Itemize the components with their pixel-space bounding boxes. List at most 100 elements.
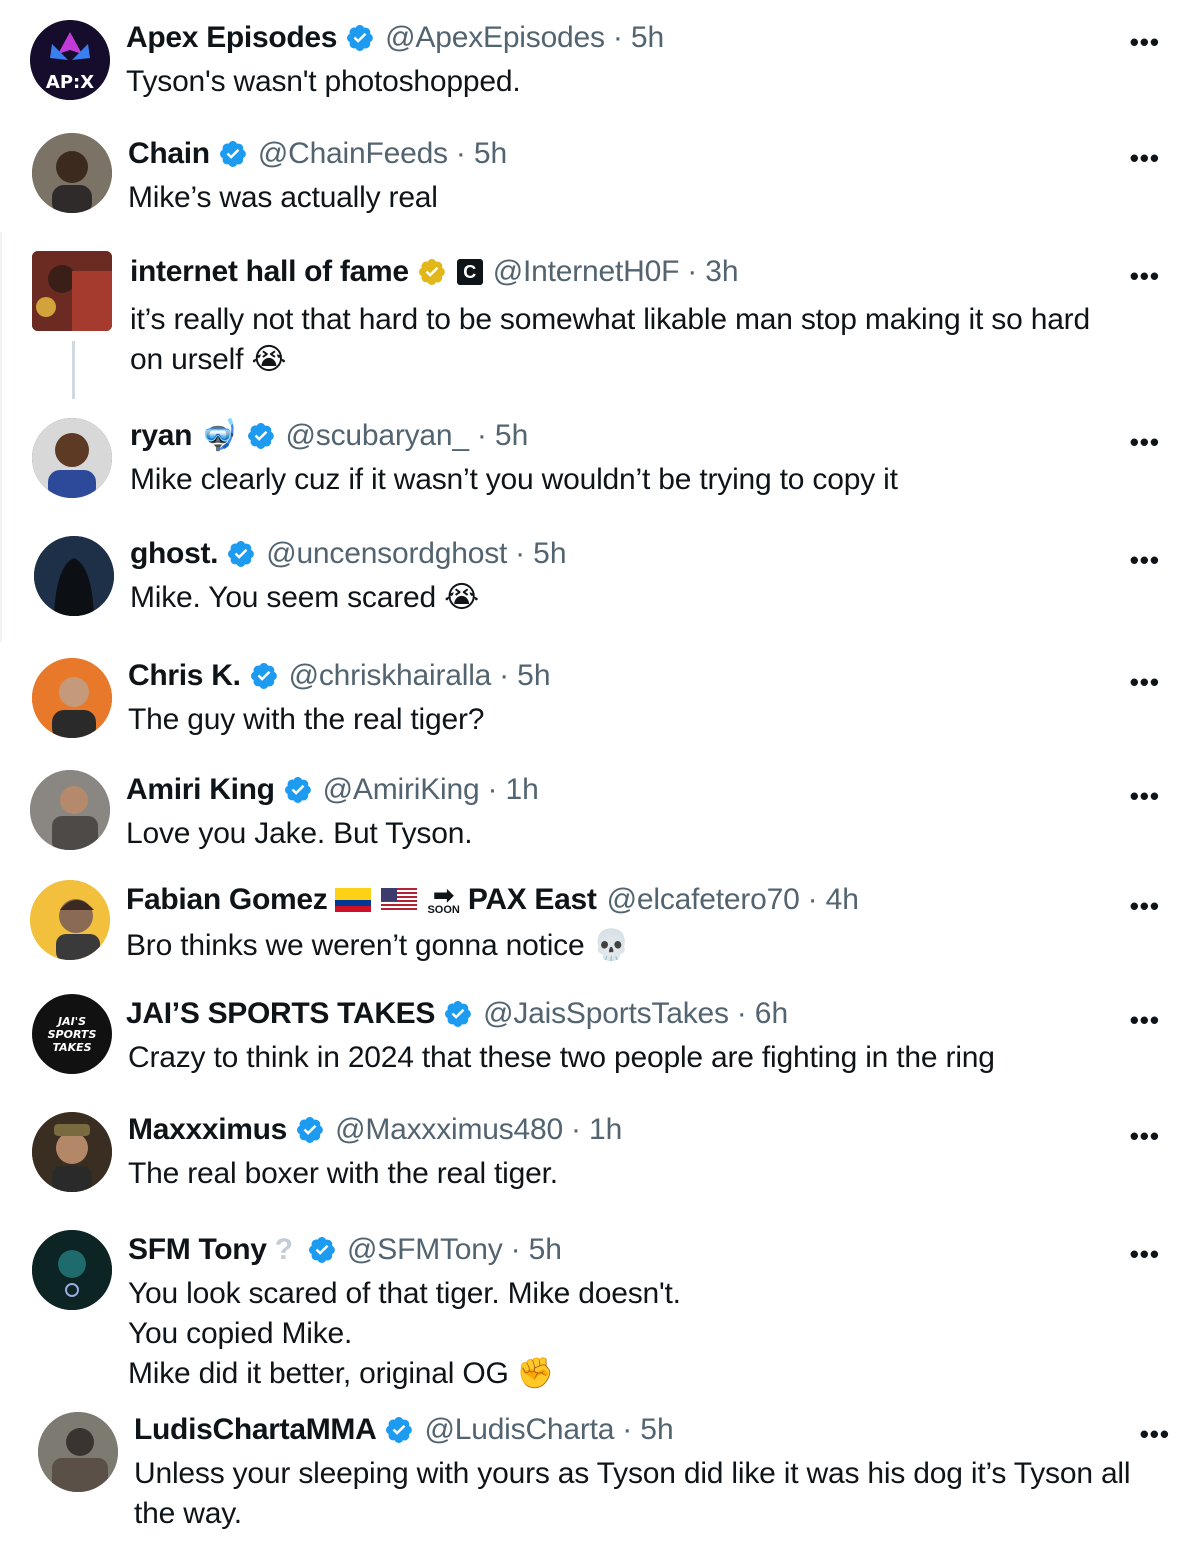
timestamp[interactable]: 6h xyxy=(755,996,788,1032)
display-name[interactable]: JAI’S SPORTS TAKES xyxy=(126,996,435,1032)
reply-item[interactable]: JAI'S SPORTS TAKES JAI’S SPORTS TAKES @J… xyxy=(0,980,1200,1096)
more-options-icon[interactable]: ••• xyxy=(1130,547,1160,573)
raised-fist-emoji-icon: ✊ xyxy=(516,1356,554,1391)
avatar[interactable] xyxy=(32,418,112,498)
handle[interactable]: @ApexEpisodes xyxy=(385,20,605,56)
handle[interactable]: @AmiriKing xyxy=(323,772,480,808)
verified-badge-icon xyxy=(249,661,279,691)
avatar[interactable]: JAI'S SPORTS TAKES xyxy=(32,994,112,1074)
timestamp[interactable]: 5h xyxy=(529,1232,562,1268)
gold-verified-badge-icon xyxy=(417,257,447,287)
timestamp[interactable]: 1h xyxy=(506,772,539,808)
handle[interactable]: @Maxxximus480 xyxy=(335,1112,563,1148)
avatar[interactable] xyxy=(30,770,110,850)
reply-item[interactable]: ghost. @uncensordghost · 5h ••• Mike. Yo… xyxy=(0,522,1200,640)
reply-item[interactable]: LudisChartaMMA @LudisCharta · 5h ••• Unl… xyxy=(0,1400,1200,1553)
reply-text: Mike clearly cuz if it wasn’t you wouldn… xyxy=(130,463,898,496)
more-options-icon[interactable]: ••• xyxy=(1130,1007,1160,1033)
person-photo-icon xyxy=(32,418,112,498)
person-photo-icon xyxy=(34,536,114,616)
handle[interactable]: @InternetH0F xyxy=(493,254,680,290)
handle[interactable]: @LudisCharta xyxy=(424,1412,614,1448)
reply-text: Crazy to think in 2024 that these two pe… xyxy=(128,1041,995,1074)
timestamp[interactable]: 5h xyxy=(533,536,566,572)
more-options-icon[interactable]: ••• xyxy=(1130,29,1160,55)
reply-item[interactable]: Chris K. @chriskhairalla · 5h ••• The gu… xyxy=(0,642,1200,757)
avatar-text: AP:X xyxy=(45,71,95,93)
timestamp[interactable]: 5h xyxy=(640,1412,673,1448)
reply-item[interactable]: internet hall of fame C @InternetH0F · 3… xyxy=(0,236,1200,404)
reply-text-line: Unless your sleeping with yours as Tyson… xyxy=(134,1457,1131,1490)
display-name[interactable]: Chris K. xyxy=(128,658,241,694)
handle[interactable]: @ChainFeeds xyxy=(258,136,448,172)
display-name[interactable]: Chain xyxy=(128,136,210,172)
avatar[interactable] xyxy=(32,1112,112,1192)
handle[interactable]: @JaisSportsTakes xyxy=(483,996,729,1032)
verified-badge-icon xyxy=(307,1235,337,1265)
reply-item[interactable]: SFM Tony ? @SFMTony · 5h ••• You look sc… xyxy=(0,1214,1200,1404)
separator: · xyxy=(612,21,623,54)
timestamp[interactable]: 1h xyxy=(589,1112,622,1148)
more-options-icon[interactable]: ••• xyxy=(1130,893,1160,919)
display-name[interactable]: Maxxximus xyxy=(128,1112,287,1148)
reply-item[interactable]: ryan 🤿 @scubaryan_ · 5h ••• Mike clearly… xyxy=(0,404,1200,522)
handle[interactable]: @SFMTony xyxy=(347,1232,503,1268)
person-photo-icon xyxy=(32,1112,112,1192)
more-options-icon[interactable]: ••• xyxy=(1140,1421,1170,1447)
avatar[interactable] xyxy=(32,658,112,738)
handle[interactable]: @chriskhairalla xyxy=(289,658,492,694)
reply-item[interactable]: Chain @ChainFeeds · 5h ••• Mike’s was ac… xyxy=(0,118,1200,233)
handle[interactable]: @uncensordghost xyxy=(266,536,507,572)
separator: · xyxy=(499,659,510,692)
more-options-icon[interactable]: ••• xyxy=(1130,1241,1160,1267)
display-name[interactable]: LudisChartaMMA xyxy=(134,1412,377,1448)
extra-name-label: PAX East xyxy=(467,883,597,916)
reply-text-line: Mike did it better, original OG xyxy=(128,1357,509,1390)
handle[interactable]: @scubaryan_ xyxy=(286,418,470,454)
separator: · xyxy=(510,1233,521,1266)
avatar[interactable] xyxy=(32,133,112,213)
more-options-icon[interactable]: ••• xyxy=(1130,783,1160,809)
timestamp[interactable]: 5h xyxy=(517,658,550,694)
verified-badge-icon xyxy=(283,775,313,805)
reply-text-line: it’s really not that hard to be somewhat… xyxy=(130,303,1090,336)
more-options-icon[interactable]: ••• xyxy=(1130,263,1160,289)
display-name[interactable]: Apex Episodes xyxy=(126,20,337,56)
display-name[interactable]: Fabian Gomez xyxy=(126,882,328,918)
display-name[interactable]: Amiri King xyxy=(126,772,275,808)
avatar[interactable] xyxy=(38,1412,118,1492)
separator: · xyxy=(622,1413,633,1446)
more-options-icon[interactable]: ••• xyxy=(1130,429,1160,455)
timestamp[interactable]: 5h xyxy=(474,136,507,172)
avatar[interactable] xyxy=(30,880,110,960)
reply-item[interactable]: AP:X Apex Episodes @ApexEpisodes · 5h ••… xyxy=(0,0,1200,115)
handle[interactable]: @elcafetero70 xyxy=(607,882,800,918)
more-options-icon[interactable]: ••• xyxy=(1130,145,1160,171)
verified-badge-icon xyxy=(443,999,473,1029)
reply-item[interactable]: Maxxximus @Maxxximus480 · 1h ••• The rea… xyxy=(0,1098,1200,1214)
timestamp[interactable]: 3h xyxy=(705,254,738,290)
more-options-icon[interactable]: ••• xyxy=(1130,1123,1160,1149)
separator: · xyxy=(487,773,498,806)
reply-text: Bro thinks we weren’t gonna notice xyxy=(126,929,585,962)
avatar[interactable] xyxy=(34,536,114,616)
avatar[interactable] xyxy=(32,1230,112,1310)
timestamp[interactable]: 5h xyxy=(495,418,528,454)
timestamp[interactable]: 4h xyxy=(826,882,859,918)
reply-item[interactable]: Amiri King @AmiriKing · 1h ••• Love you … xyxy=(0,756,1200,868)
display-name[interactable]: ghost. xyxy=(130,536,218,572)
avatar[interactable] xyxy=(32,251,112,331)
reply-text: Love you Jake. But Tyson. xyxy=(126,817,473,850)
display-name[interactable]: ryan xyxy=(130,418,192,454)
affiliate-badge-icon[interactable]: C xyxy=(456,259,483,285)
avatar-text: JAI'S SPORTS TAKES xyxy=(47,1014,97,1054)
person-photo-icon xyxy=(30,880,110,960)
reply-item[interactable]: Fabian Gomez ➡ SOON PAX East @elcafetero7… xyxy=(0,866,1200,982)
display-name[interactable]: SFM Tony xyxy=(128,1232,267,1268)
avatar[interactable]: AP:X xyxy=(30,20,110,100)
skull-emoji-icon: 💀 xyxy=(592,928,630,963)
verified-badge-icon xyxy=(218,139,248,169)
more-options-icon[interactable]: ••• xyxy=(1130,669,1160,695)
timestamp[interactable]: 5h xyxy=(631,20,664,56)
display-name[interactable]: internet hall of fame xyxy=(130,254,409,290)
